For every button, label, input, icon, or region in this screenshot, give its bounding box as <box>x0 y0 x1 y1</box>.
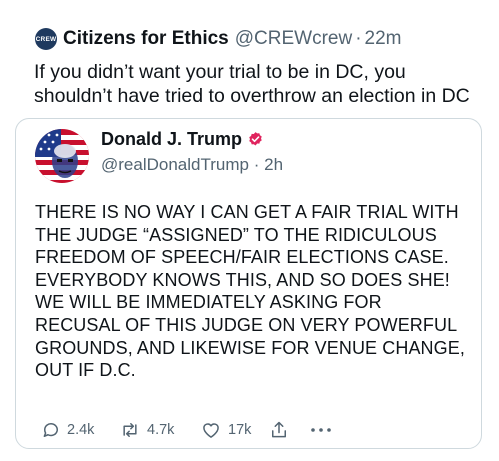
like-count: 17k <box>228 422 252 438</box>
ellipsis-icon <box>310 426 332 434</box>
speech-bubble-icon <box>41 420 61 440</box>
quoted-author-name[interactable]: Donald J. Trump <box>101 129 242 150</box>
tweet-header: CREW Citizens for Ethics @CREWcrew · 22m <box>35 24 402 54</box>
author-handle[interactable]: @CREWcrew <box>235 28 352 50</box>
quoted-body-line: GROUNDS, AND LIKEWISE FOR VENUE CHANGE, <box>35 337 465 358</box>
quoted-body-line: THERE IS NO WAY I CAN GET A FAIR TRIAL W… <box>35 202 459 222</box>
more-button[interactable] <box>310 426 340 434</box>
post-timestamp[interactable]: 22m <box>365 28 402 50</box>
quoted-author-avatar[interactable] <box>35 129 89 183</box>
action-bar: 2.4k 4.7k 17k <box>41 419 340 441</box>
retweet-arrows-icon <box>119 420 141 440</box>
quoted-timestamp[interactable]: 2h <box>264 155 283 174</box>
quoted-body-line: EVERYBODY KNOWS THIS, AND SO DOES SHE! <box>35 269 450 290</box>
crew-avatar[interactable]: CREW <box>35 28 57 50</box>
reply-button[interactable]: 2.4k <box>41 420 119 440</box>
separator-dot: · <box>253 155 260 174</box>
post-screenshot: CREW Citizens for Ethics @CREWcrew · 22m… <box>0 0 499 461</box>
quoted-body-line: WE WILL BE IMMEDIATELY ASKING FOR <box>35 292 382 313</box>
quoted-body-line: THE JUDGE “ASSIGNED” TO THE RIDICULOUS <box>35 224 437 245</box>
quoted-author-meta: @realDonaldTrump · 2h <box>101 155 283 175</box>
heart-icon <box>200 420 222 440</box>
tweet-text: If you didn’t want your trial to be in D… <box>34 60 484 108</box>
verified-badge-icon <box>247 131 264 148</box>
quoted-body-line: OUT IF D.C. <box>35 360 136 381</box>
quoted-post-body: THERE IS NO WAY I CAN GET A FAIR TRIAL W… <box>35 201 475 382</box>
quoted-body-line: RECUSAL OF THIS JUDGE ON VERY POWERFUL <box>35 314 458 335</box>
share-button[interactable] <box>269 419 310 441</box>
quoted-post[interactable]: Donald J. Trump @realDonaldTrump · 2h TH… <box>15 118 482 449</box>
like-button[interactable]: 17k <box>200 420 269 440</box>
quoted-author-row: Donald J. Trump <box>101 129 264 150</box>
tweet-text-line: If you didn’t want your trial to be in D… <box>34 61 406 83</box>
separator-dot: · <box>355 28 362 49</box>
share-upload-icon <box>269 419 289 441</box>
retweet-button[interactable]: 4.7k <box>119 420 200 440</box>
author-name[interactable]: Citizens for Ethics <box>63 28 229 50</box>
quoted-body-line: FREEDOM OF SPEECH/FAIR ELECTIONS CASE. <box>35 247 449 268</box>
tweet-text-line: shouldn’t have tried to overthrow an ele… <box>34 85 470 107</box>
quoted-author-handle[interactable]: @realDonaldTrump <box>101 155 249 174</box>
reply-count: 2.4k <box>67 422 95 438</box>
retweet-count: 4.7k <box>147 422 175 438</box>
